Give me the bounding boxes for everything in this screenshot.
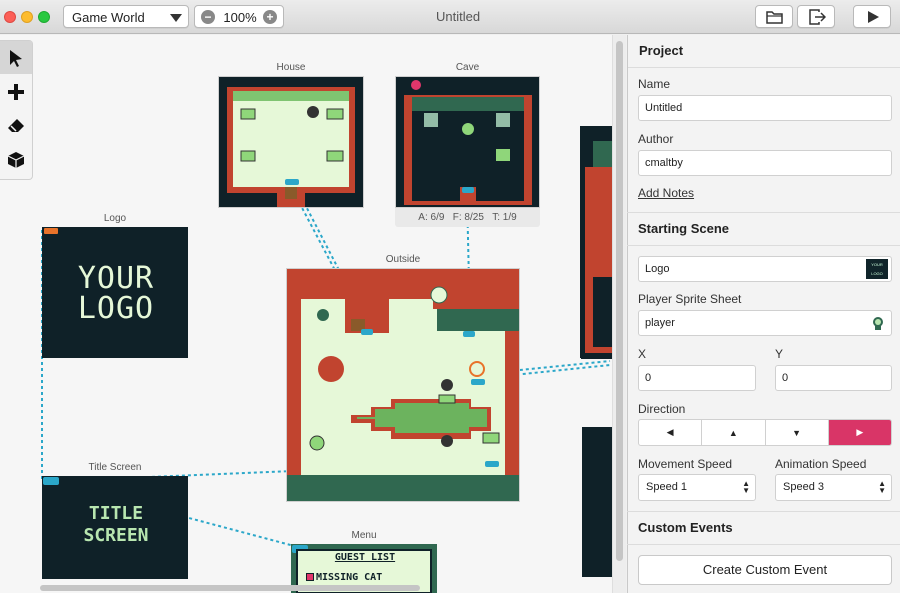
title-screen-text-line1: TITLE (88, 503, 144, 524)
cave-scene-map (396, 77, 539, 207)
project-heading: Project (628, 35, 900, 68)
partial-scene-map (581, 127, 613, 359)
animation-speed-select[interactable]: Speed 3 ▲ ▼ (775, 474, 892, 501)
scene-label-menu: Menu (351, 530, 377, 541)
actor-tool-button[interactable] (0, 143, 32, 176)
direction-right-button[interactable]: ▶ (828, 420, 891, 445)
title-bar: Game World − 100% + Untitled (0, 0, 900, 34)
name-label: Name (638, 77, 671, 91)
direction-label: Direction (638, 402, 686, 416)
logo-text-line1: YOUR (77, 261, 155, 296)
select-arrows-icon: ▲ ▼ (878, 479, 886, 495)
cave-stats: A: 6/9 F: 8/25 T: 1/9 (395, 208, 540, 227)
direction-up-button[interactable]: ▲ (702, 420, 766, 445)
x-label: X (638, 347, 647, 361)
vertical-scrollbar-thumb[interactable] (616, 41, 623, 561)
eraser-tool-button[interactable] (0, 109, 32, 142)
sprite-label: Player Sprite Sheet (638, 292, 742, 306)
zoom-level: 100% (223, 10, 257, 25)
folder-open-icon (766, 11, 783, 24)
export-button[interactable] (797, 5, 835, 28)
scene-label-title-screen: Title Screen (88, 462, 142, 473)
cave-stats-frames: F: 8/25 (452, 212, 484, 223)
cave-stats-actors: A: 6/9 (418, 212, 445, 223)
world-view-select-label: Game World (72, 10, 145, 25)
scene-logo[interactable]: YOUR LOGO (42, 227, 188, 358)
select-tool-button[interactable] (0, 41, 32, 74)
menu-line1: GUEST LIST (334, 552, 396, 563)
zoom-out-button[interactable]: − (201, 10, 215, 24)
document-title: Untitled (436, 9, 481, 24)
world-canvas[interactable]: House Cave A: 6/9 F: 8/25 T: 1/9 Logo YO… (0, 35, 626, 593)
scene-label-outside: Outside (385, 254, 421, 265)
select-cursor-icon (10, 49, 22, 67)
trigger-marker-icon (43, 477, 59, 485)
vertical-scrollbar[interactable] (612, 35, 626, 593)
scene-house[interactable] (218, 76, 364, 208)
add-plus-icon (8, 83, 24, 100)
animation-speed-value: Speed 3 (783, 481, 824, 493)
starting-scene-select[interactable]: Logo YOUR LOGO (638, 256, 892, 282)
cube-icon (7, 151, 25, 168)
scene-label-cave: Cave (455, 62, 480, 73)
scene-outside[interactable] (286, 268, 520, 502)
player-sprite-icon (873, 317, 883, 330)
select-arrows-icon: ▲ ▼ (742, 479, 750, 495)
horizontal-scrollbar-thumb[interactable] (40, 585, 420, 591)
zoom-control: − 100% + (194, 5, 284, 28)
x-field[interactable]: 0 (638, 365, 756, 391)
custom-events-heading: Custom Events (627, 511, 900, 545)
cave-stats-triggers: T: 1/9 (492, 212, 517, 223)
house-scene-map (219, 77, 363, 207)
scene-label-logo: Logo (103, 213, 127, 224)
eraser-icon (8, 118, 24, 132)
scene-label-house: House (276, 62, 306, 73)
tool-palette (0, 40, 33, 180)
scene-cave[interactable] (395, 76, 540, 208)
open-folder-button[interactable] (755, 5, 793, 28)
zoom-window-button[interactable] (38, 11, 50, 23)
create-custom-event-button[interactable]: Create Custom Event (638, 555, 892, 585)
y-field[interactable]: 0 (775, 365, 892, 391)
close-window-button[interactable] (4, 11, 16, 23)
start-marker-icon (44, 228, 58, 234)
y-label: Y (775, 347, 784, 361)
direction-left-button[interactable]: ◀ (639, 420, 703, 445)
animation-speed-label: Animation Speed (775, 457, 867, 471)
starting-scene-value: Logo (645, 263, 670, 275)
horizontal-scrollbar[interactable] (0, 583, 610, 593)
movement-speed-value: Speed 1 (646, 481, 687, 493)
minimize-window-button[interactable] (21, 11, 33, 23)
title-screen-text-line2: SCREEN (83, 525, 149, 546)
menu-line2: MISSING CAT (316, 572, 383, 583)
export-icon (809, 9, 826, 25)
add-tool-button[interactable] (0, 75, 32, 108)
menu-cursor-icon (306, 573, 314, 581)
movement-speed-label: Movement Speed (638, 457, 733, 471)
play-icon (868, 11, 879, 23)
scene-thumbnail-icon: YOUR LOGO (866, 259, 888, 279)
direction-down-button[interactable]: ▼ (766, 420, 829, 445)
world-view-select[interactable]: Game World (63, 5, 189, 28)
zoom-in-button[interactable]: + (263, 10, 277, 24)
starting-scene-heading: Starting Scene (627, 212, 900, 246)
scene-partial-right-bottom[interactable] (582, 427, 612, 577)
scene-title-screen[interactable]: TITLE SCREEN (42, 476, 188, 579)
direction-selector: ◀ ▲ ▼ ▶ (638, 419, 892, 446)
add-notes-link[interactable]: Add Notes (638, 186, 694, 200)
author-label: Author (638, 132, 674, 146)
outside-scene-map (287, 269, 519, 501)
sprite-value: player (645, 317, 675, 329)
name-field[interactable]: Untitled (638, 95, 892, 121)
play-button[interactable] (853, 5, 891, 28)
logo-text-line2: LOGO (77, 291, 155, 326)
author-field[interactable]: cmaltby (638, 150, 892, 176)
chevron-down-icon (170, 14, 182, 22)
sprite-select[interactable]: player (638, 310, 892, 336)
scene-partial-right-top[interactable] (580, 126, 613, 359)
movement-speed-select[interactable]: Speed 1 ▲ ▼ (638, 474, 756, 501)
